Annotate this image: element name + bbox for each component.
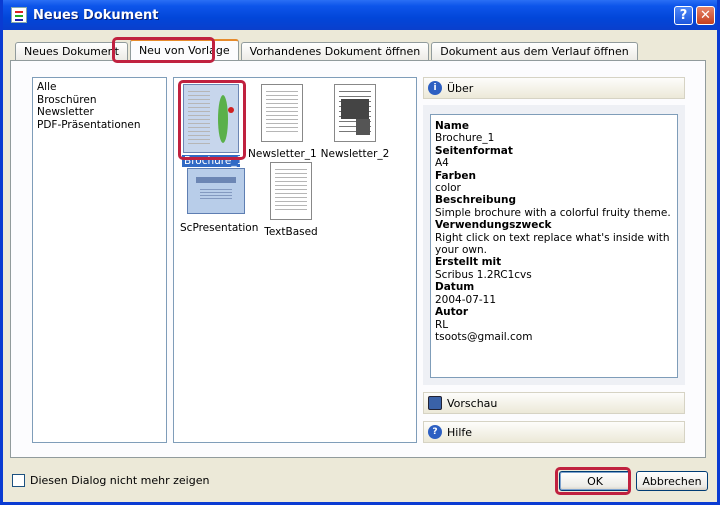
presentation-thumbnail <box>187 168 245 214</box>
template-label: ScPresentation <box>180 222 259 234</box>
title-bar[interactable]: Neues Dokument ? ✕ <box>3 0 717 30</box>
category-newsletter[interactable]: Newsletter <box>33 106 166 119</box>
cancel-button[interactable]: Abbrechen <box>636 471 708 491</box>
newsletter-thumbnail <box>334 84 376 142</box>
help-icon: ? <box>428 425 442 439</box>
ok-highlight <box>555 467 631 495</box>
category-brochures[interactable]: Broschüren <box>33 94 166 107</box>
help-label: Hilfe <box>447 425 473 439</box>
template-item[interactable]: Newsletter_2 <box>320 84 390 160</box>
preview-section-header[interactable]: Vorschau <box>423 392 685 414</box>
category-pdf-presentations[interactable]: PDF-Präsentationen <box>33 119 166 132</box>
close-icon: ✕ <box>700 8 711 23</box>
about-section-header[interactable]: i Über <box>423 77 685 99</box>
tab-open-recent[interactable]: Dokument aus dem Verlauf öffnen <box>431 42 638 60</box>
tab-new-document[interactable]: Neues Dokument <box>15 42 128 60</box>
help-section-header[interactable]: ? Hilfe <box>423 421 685 443</box>
info-icon: i <box>428 81 442 95</box>
question-icon: ? <box>679 8 688 23</box>
window-title: Neues Dokument <box>33 7 159 23</box>
dont-show-again[interactable]: Diesen Dialog nicht mehr zeigen <box>12 474 209 487</box>
template-label: Newsletter_1 <box>248 148 317 160</box>
selection-highlight <box>178 80 246 160</box>
newsletter-thumbnail <box>261 84 303 142</box>
template-item[interactable]: TextBased <box>262 162 320 238</box>
template-item[interactable]: Newsletter_1 <box>248 84 317 160</box>
dont-show-checkbox[interactable] <box>12 474 25 487</box>
preview-label: Vorschau <box>447 396 498 410</box>
tab-bar: Neues Dokument Neu von Vorlage Vorhanden… <box>15 39 640 60</box>
preview-icon <box>428 396 442 410</box>
app-icon <box>11 7 27 23</box>
close-button[interactable]: ✕ <box>696 6 715 25</box>
template-label: Newsletter_2 <box>320 148 390 160</box>
about-label: Über <box>447 81 474 95</box>
template-label: TextBased <box>264 226 318 238</box>
tab-highlight <box>112 37 215 63</box>
dont-show-label: Diesen Dialog nicht mehr zeigen <box>30 474 210 487</box>
help-caption-button[interactable]: ? <box>674 6 693 25</box>
template-info-box: Name Brochure_1 Seitenformat A4 Farben c… <box>430 114 678 378</box>
template-item[interactable]: ScPresentation <box>180 168 259 234</box>
category-list[interactable]: Alle Broschüren Newsletter PDF-Präsentat… <box>32 77 167 443</box>
textbased-thumbnail <box>270 162 312 220</box>
tab-open-existing[interactable]: Vorhandenes Dokument öffnen <box>240 42 430 60</box>
category-all[interactable]: Alle <box>33 81 166 94</box>
